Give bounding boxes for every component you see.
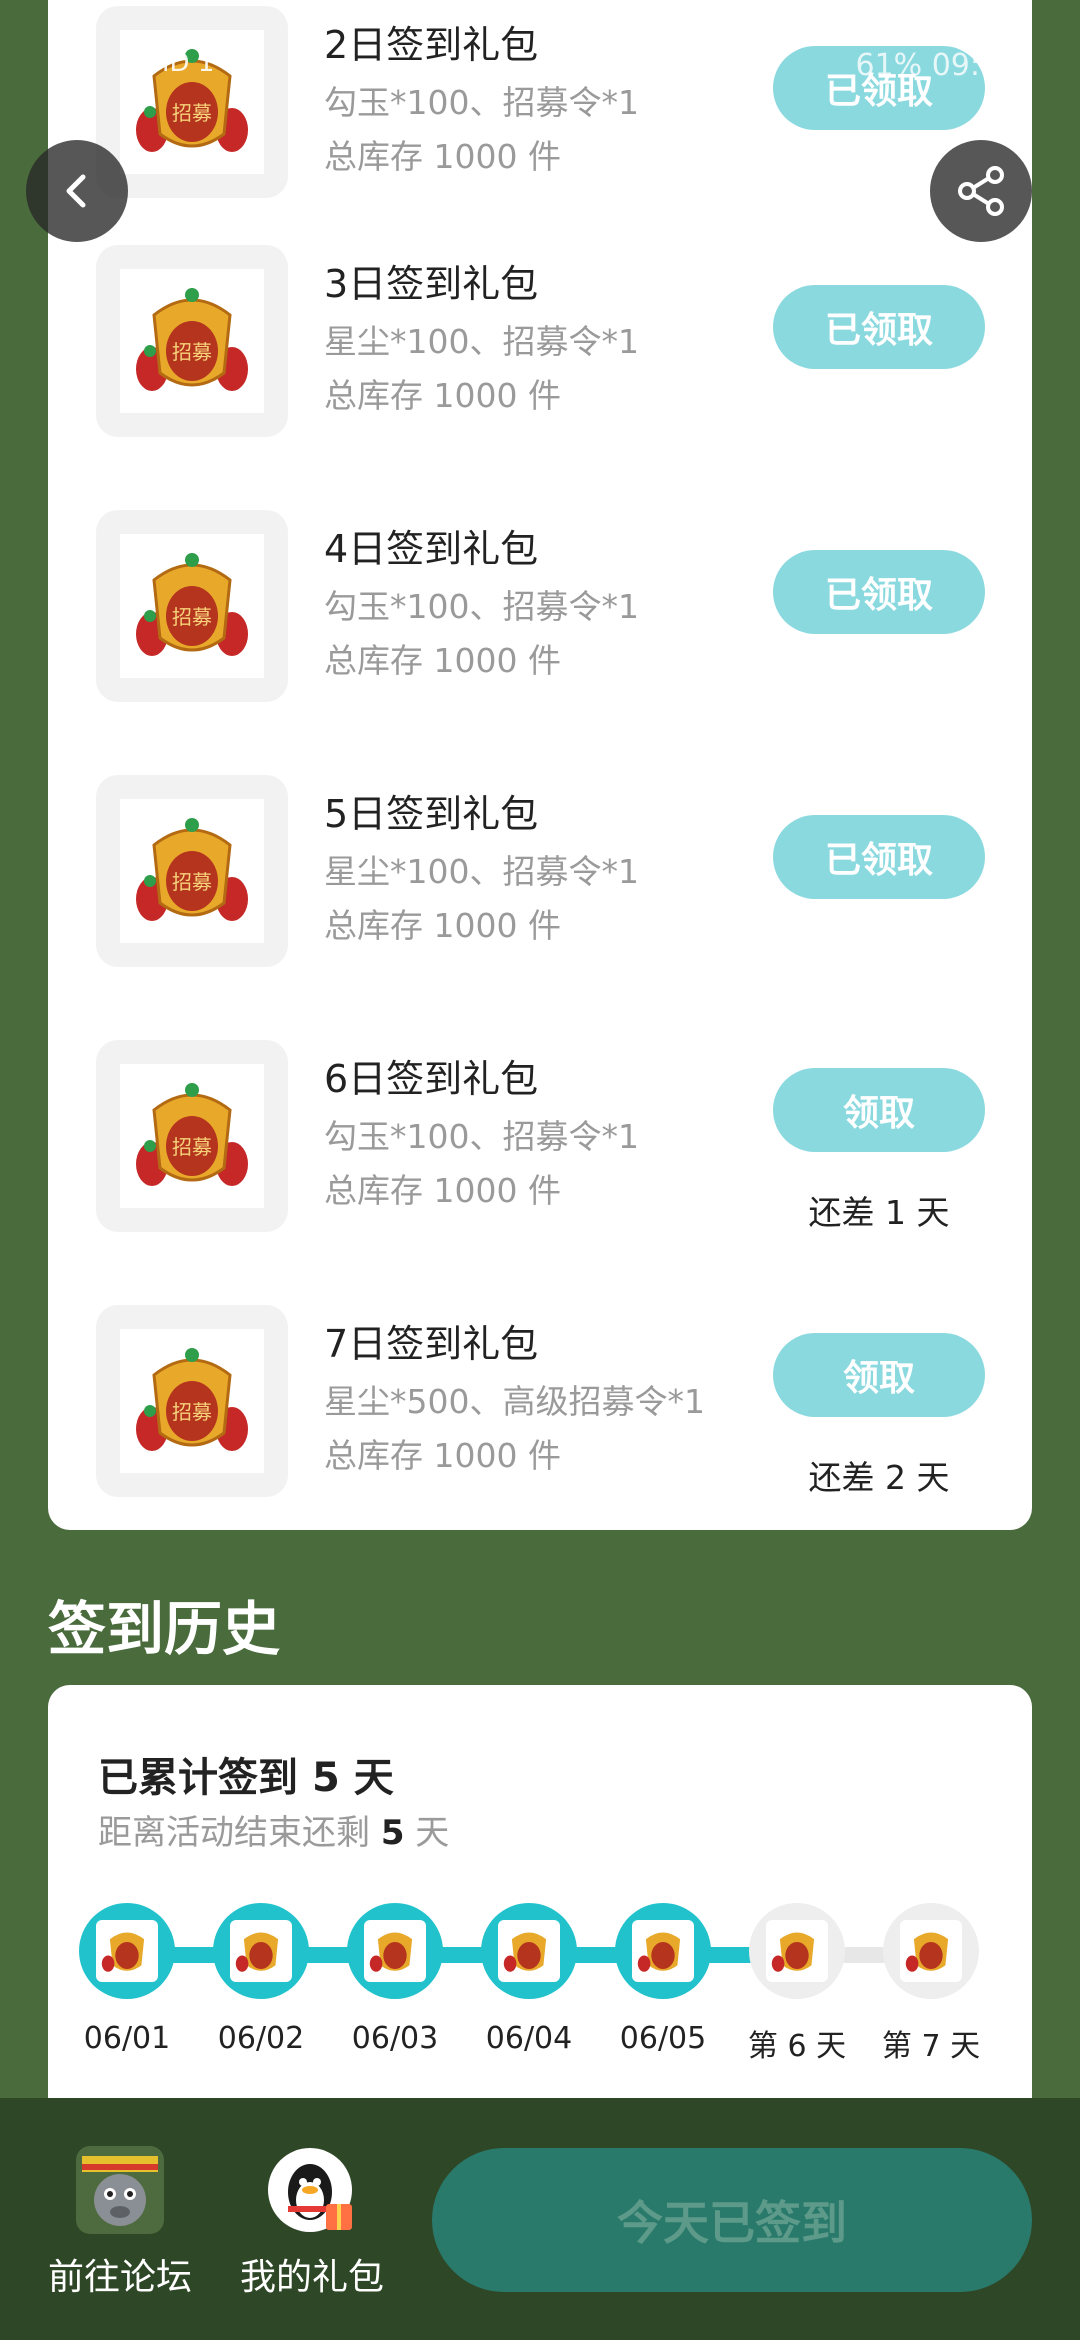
recruit-seal-icon: 招募 <box>136 553 248 656</box>
gift-stock: 总库存 1000 件 <box>324 906 561 945</box>
day-marker: 第 6 天 <box>730 1903 864 2065</box>
gift-row: 招募 5日签到礼包 星尘*100、招募令*1 总库存 1000 件 已领取 <box>48 775 1032 975</box>
recruit-seal-icon: 招募 <box>136 288 248 391</box>
day-marker: 06/03 <box>328 1903 462 2056</box>
claimed-button[interactable]: 已领取 <box>773 46 985 130</box>
my-gifts-link[interactable]: 我的礼包 <box>214 2146 410 2300</box>
gift-stock: 总库存 1000 件 <box>324 1436 561 1475</box>
history-title: 签到历史 <box>48 1595 281 1663</box>
back-button[interactable] <box>26 140 128 242</box>
gift-title: 6日签到礼包 <box>324 1057 539 1101</box>
day-label: 06/01 <box>83 2021 171 2056</box>
day-marker: 06/04 <box>462 1903 596 2056</box>
share-button[interactable] <box>930 140 1032 242</box>
day-label: 06/03 <box>351 2021 439 2056</box>
gift-stock: 总库存 1000 件 <box>324 137 561 176</box>
game-avatar-icon <box>76 2146 164 2234</box>
claim-button[interactable]: 领取 <box>773 1333 985 1417</box>
claimed-button[interactable]: 已领取 <box>773 285 985 369</box>
gift-thumbnail: 招募 <box>96 6 288 198</box>
gift-items: 勾玉*100、招募令*1 <box>324 83 639 122</box>
forum-link[interactable]: 前往论坛 <box>22 2146 218 2300</box>
recruit-seal-icon <box>230 1920 292 1982</box>
recruit-seal-icon: 招募 <box>136 1083 248 1186</box>
recruit-seal-icon: 招募 <box>136 49 248 152</box>
total-signin-days: 5 <box>311 1755 340 1801</box>
bottom-bar: 前往论坛 我的礼包 今天已签到 <box>0 2098 1080 2340</box>
gift-title: 4日签到礼包 <box>324 527 539 571</box>
day-marker: 06/01 <box>60 1903 194 2056</box>
recruit-seal-icon <box>900 1920 962 1982</box>
chevron-left-icon <box>66 174 86 208</box>
days-left-count: 5 <box>380 1813 405 1853</box>
day-done-circle <box>481 1903 577 1999</box>
total-signin-text: 已累计签到 5 天 <box>98 1755 394 1801</box>
gift-items: 星尘*500、高级招募令*1 <box>324 1382 705 1421</box>
svg-text:招募: 招募 <box>172 1400 212 1424</box>
gift-thumbnail: 招募 <box>96 245 288 437</box>
day-done-circle <box>615 1903 711 1999</box>
forum-label: 前往论坛 <box>47 2257 192 2298</box>
svg-text:招募: 招募 <box>172 340 212 364</box>
day-marker: 第 7 天 <box>864 1903 998 2065</box>
recruit-seal-icon: 招募 <box>136 818 248 921</box>
day-label: 06/05 <box>619 2021 707 2056</box>
svg-text:招募: 招募 <box>172 101 212 125</box>
recruit-seal-icon <box>766 1920 828 1982</box>
day-label: 第 6 天 <box>747 2029 847 2064</box>
gift-stock: 总库存 1000 件 <box>324 1171 561 1210</box>
gift-items: 勾玉*100、招募令*1 <box>324 587 639 626</box>
gift-thumbnail: 招募 <box>96 510 288 702</box>
gift-items: 星尘*100、招募令*1 <box>324 322 639 361</box>
day-done-circle <box>213 1903 309 1999</box>
gift-thumbnail: 招募 <box>96 775 288 967</box>
recruit-seal-icon <box>96 1920 158 1982</box>
gift-stock: 总库存 1000 件 <box>324 376 561 415</box>
svg-text:招募: 招募 <box>172 605 212 629</box>
claimed-button[interactable]: 已领取 <box>773 550 985 634</box>
gift-title: 2日签到礼包 <box>324 23 539 67</box>
gift-items: 星尘*100、招募令*1 <box>324 852 639 891</box>
gift-stock: 总库存 1000 件 <box>324 641 561 680</box>
days-remaining: 还差 2 天 <box>808 1458 950 1497</box>
gift-row: 招募 4日签到礼包 勾玉*100、招募令*1 总库存 1000 件 已领取 <box>48 510 1032 710</box>
day-done-circle <box>347 1903 443 1999</box>
day-marker: 06/02 <box>194 1903 328 2056</box>
gift-items: 勾玉*100、招募令*1 <box>324 1117 639 1156</box>
share-icon <box>958 166 1004 216</box>
gift-thumbnail: 招募 <box>96 1040 288 1232</box>
recruit-seal-icon <box>632 1920 694 1982</box>
gift-row: 招募 7日签到礼包 星尘*500、高级招募令*1 总库存 1000 件 领取 还… <box>48 1305 1032 1505</box>
days-remaining: 还差 1 天 <box>808 1193 950 1232</box>
svg-text:招募: 招募 <box>172 1135 212 1159</box>
gift-row: 招募 6日签到礼包 勾玉*100、招募令*1 总库存 1000 件 领取 还差 … <box>48 1040 1032 1240</box>
gift-list-card: 招募 2日签到礼包 勾玉*100、招募令*1 总库存 1000 件 已领取 招募 <box>48 0 1032 1530</box>
recruit-seal-icon <box>364 1920 426 1982</box>
gift-title: 7日签到礼包 <box>324 1322 539 1366</box>
days-left-text: 距离活动结束还剩 5 天 <box>98 1813 450 1853</box>
recruit-seal-icon <box>498 1920 560 1982</box>
day-pending-circle <box>749 1903 845 1999</box>
my-gifts-label: 我的礼包 <box>239 2257 384 2298</box>
gift-row: 招募 2日签到礼包 勾玉*100、招募令*1 总库存 1000 件 已领取 <box>48 6 1032 206</box>
gift-row: 招募 3日签到礼包 星尘*100、招募令*1 总库存 1000 件 已领取 <box>48 245 1032 445</box>
day-done-circle <box>79 1903 175 1999</box>
svg-text:招募: 招募 <box>172 870 212 894</box>
claim-button[interactable]: 领取 <box>773 1068 985 1152</box>
recruit-seal-icon: 招募 <box>136 1348 248 1451</box>
gift-title: 3日签到礼包 <box>324 262 539 306</box>
day-pending-circle <box>883 1903 979 1999</box>
qq-gift-icon <box>268 2146 356 2234</box>
day-label: 06/02 <box>217 2021 305 2056</box>
day-marker: 06/05 <box>596 1903 730 2056</box>
gift-title: 5日签到礼包 <box>324 792 539 836</box>
day-label: 第 7 天 <box>881 2029 981 2064</box>
signed-today-button[interactable]: 今天已签到 <box>432 2148 1032 2292</box>
day-label: 06/04 <box>485 2021 573 2056</box>
claimed-button[interactable]: 已领取 <box>773 815 985 899</box>
gift-thumbnail: 招募 <box>96 1305 288 1497</box>
